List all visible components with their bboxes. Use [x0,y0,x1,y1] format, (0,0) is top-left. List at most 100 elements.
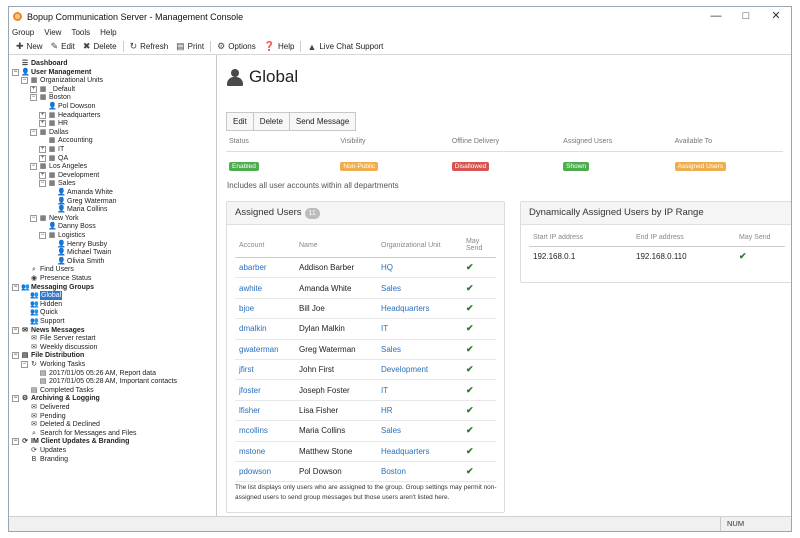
table-row[interactable]: dmalkin Dylan Malkin IT ✔ [235,318,496,340]
column-header: End IP address [632,229,735,247]
plus-icon: ✚ [16,41,24,51]
collapse-icon[interactable]: − [12,68,19,76]
account-link[interactable]: mcollins [239,426,268,435]
status-badge: Enabled [229,162,259,171]
refresh-button[interactable]: ↻ Refresh [126,41,173,52]
end-ip: 192.168.0.110 [636,252,687,262]
num-lock-indicator: NUM [720,517,767,531]
minimize-button[interactable]: — [701,7,731,26]
ou-link[interactable]: HQ [381,263,393,272]
account-link[interactable]: awhite [239,284,262,293]
print-button[interactable]: ▤ Print [172,41,208,52]
table-row[interactable]: jfirst John First Development ✔ [235,359,496,381]
collapse-icon[interactable]: − [39,232,46,239]
edit-group-button[interactable]: Edit [226,112,254,131]
start-ip: 192.168.0.1 [533,252,576,262]
close-button[interactable]: ✕ [761,7,791,26]
account-link[interactable]: pdowson [239,467,271,476]
toolbar: ✚ New ✎ Edit ✖ Delete ↻ Refresh ▤ Print ⚙ Opti… [9,39,791,55]
group-details-pane: Global Edit Delete Send Message Status V… [217,55,791,517]
check-icon: ✔ [466,384,474,395]
chat-icon: ▲ [307,41,317,52]
table-row[interactable]: jfoster Joseph Foster IT ✔ [235,379,496,401]
action-buttons: Edit Delete Send Message [226,112,357,131]
expand-icon[interactable]: + [39,146,46,153]
expand-icon[interactable]: + [39,120,46,128]
delete-label: Delete [93,42,117,51]
help-button[interactable]: ❓ Help [260,41,299,52]
account-link[interactable]: jfirst [239,365,254,374]
delete-group-button[interactable]: Delete [252,112,290,131]
live-chat-label: Live Chat Support [319,42,384,51]
new-button[interactable]: ✚ New [12,41,47,52]
maximize-button[interactable]: □ [731,7,761,26]
table-row[interactable]: lfisher Lisa Fisher HR ✔ [235,400,496,422]
ou-link[interactable]: Sales [381,345,401,354]
table-row[interactable]: gwaterman Greg Waterman Sales ✔ [235,339,496,360]
collapse-icon[interactable]: − [21,77,28,85]
account-link[interactable]: bjoe [239,304,254,313]
toolbar-separator [122,41,124,52]
ou-link[interactable]: Headquarters [381,304,429,313]
ou-link[interactable]: HR [381,406,393,415]
expand-icon[interactable]: + [39,111,46,119]
ou-link[interactable]: Development [381,365,428,374]
user-name: Dylan Malkin [295,318,377,340]
table-row[interactable]: mcollins Maria Collins Sales ✔ [235,420,496,442]
app-logo-icon [13,12,22,21]
collapse-icon[interactable]: − [30,163,37,171]
expand-icon[interactable]: + [39,154,46,162]
edit-button[interactable]: ✎ Edit [47,41,79,52]
account-link[interactable]: abarber [239,263,267,272]
collapse-icon[interactable]: − [12,395,19,403]
delete-button[interactable]: ✖ Delete [79,41,121,52]
account-link[interactable]: lfisher [239,406,260,415]
menu-tools[interactable]: Tools [71,28,90,37]
collapse-icon[interactable]: − [12,283,19,291]
send-message-button[interactable]: Send Message [288,112,357,131]
collapse-icon[interactable]: − [21,361,28,368]
table-row[interactable]: bjoe Bill Joe Headquarters ✔ [235,298,496,320]
account-link[interactable]: dmalkin [239,324,267,333]
collapse-icon[interactable]: − [30,214,37,222]
expand-icon[interactable]: + [30,85,37,93]
user-name: Lisa Fisher [295,400,377,422]
account-link[interactable]: mstone [239,447,265,456]
collapse-icon[interactable]: − [12,352,19,360]
navigation-tree[interactable]: ☰ Dashboard − 👤 User Management − ▦ Organizatio… [9,55,217,517]
table-row[interactable]: 192.168.0.1 192.168.0.110 ✔ [529,247,785,267]
ou-link[interactable]: Sales [381,284,401,293]
column-header: May Send [735,229,785,247]
refresh-label: Refresh [140,42,169,51]
ou-link[interactable]: IT [381,386,388,395]
collapse-icon[interactable]: − [30,94,37,102]
table-row[interactable]: abarber Addison Barber HQ ✔ [235,257,496,279]
user-name: Bill Joe [295,298,377,320]
menu-help[interactable]: Help [100,28,116,37]
status-headers: Status Visibility Offline Delivery Assig… [226,138,783,152]
collapse-icon[interactable]: − [39,180,46,188]
menu-group[interactable]: Group [12,28,34,37]
help-label: Help [277,42,295,51]
collapse-icon[interactable]: − [30,128,37,136]
new-label: New [26,42,43,51]
options-button[interactable]: ⚙ Options [213,41,260,52]
account-link[interactable]: gwaterman [239,345,279,354]
ou-link[interactable]: Boston [381,467,406,476]
table-row[interactable]: awhite Amanda White Sales ✔ [235,277,496,299]
collapse-icon[interactable]: − [12,326,19,334]
assigned-users-panel: Assigned Users 11 Account Name Organizati… [226,201,505,513]
tree-item[interactable]: B Branding [21,455,68,464]
menu-view[interactable]: View [44,28,61,37]
account-link[interactable]: jfoster [239,386,261,395]
ou-link[interactable]: Headquarters [381,447,429,456]
user-name: Pol Dowson [295,461,377,483]
ou-link[interactable]: IT [381,324,388,333]
ou-link[interactable]: Sales [381,426,401,435]
table-row[interactable]: mstone Matthew Stone Headquarters ✔ [235,441,496,462]
live-chat-button[interactable]: ▲ Live Chat Support [303,42,387,52]
expand-icon[interactable]: + [39,171,46,179]
collapse-icon[interactable]: − [12,438,19,446]
toolbar-separator [300,41,302,52]
table-row[interactable]: pdowson Pol Dowson Boston ✔ [235,461,496,483]
